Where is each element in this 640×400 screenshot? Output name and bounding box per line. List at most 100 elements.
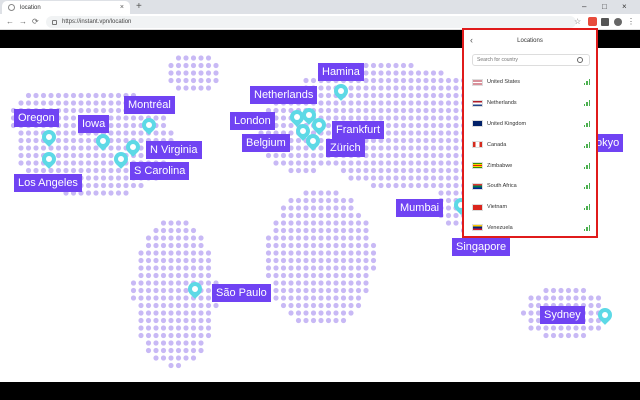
map-dot [265, 242, 272, 249]
map-dot [385, 62, 392, 69]
reload-button[interactable]: ⟳ [32, 16, 39, 28]
back-button[interactable]: ← [6, 16, 14, 28]
vpn-shield-icon[interactable] [588, 17, 597, 26]
map-dot [205, 85, 212, 91]
map-dot [153, 250, 159, 256]
location-label-sydney[interactable]: Sydney [540, 306, 585, 324]
map-dot [385, 137, 392, 144]
map-dot [333, 115, 339, 121]
map-dot [70, 167, 77, 174]
tab-strip: location × + – □ × [0, 0, 640, 14]
map-dot [333, 205, 339, 211]
map-dot [370, 160, 377, 166]
country-row-united-states[interactable]: United States [472, 72, 590, 93]
map-dot [355, 265, 362, 271]
map-dot [363, 227, 369, 234]
map-dot [558, 332, 564, 339]
map-dot [573, 295, 579, 301]
map-dot [340, 212, 347, 219]
map-dot [63, 107, 69, 114]
map-dot [573, 325, 579, 331]
close-window-button[interactable]: × [622, 1, 627, 13]
location-label-netherlands[interactable]: Netherlands [250, 86, 318, 104]
country-search-input[interactable] [477, 57, 577, 63]
minimize-button[interactable]: – [582, 1, 586, 13]
map-dot [288, 280, 294, 286]
back-chevron-icon[interactable]: ‹ [470, 35, 473, 45]
signal-strength-icon [583, 120, 590, 127]
country-row-south-africa[interactable]: South Africa [472, 176, 590, 197]
map-dot [348, 100, 354, 106]
map-dot [48, 92, 54, 99]
map-dot [430, 152, 437, 159]
search-icon[interactable] [577, 57, 583, 63]
map-dot [415, 145, 422, 151]
map-dot [183, 317, 189, 324]
map-dot [393, 160, 399, 166]
extensions-puzzle-icon[interactable] [601, 18, 609, 26]
map-dot [348, 160, 354, 166]
map-dot [303, 160, 309, 166]
location-label-london[interactable]: London [230, 112, 275, 130]
map-dot [55, 92, 62, 99]
map-dot [400, 152, 407, 159]
map-dot [348, 85, 354, 91]
map-dot [528, 295, 534, 301]
maximize-button[interactable]: □ [602, 1, 607, 13]
bookmark-star-icon[interactable]: ☆ [574, 17, 581, 26]
map-dot [115, 115, 122, 121]
map-dot [153, 272, 159, 279]
location-label-montreal[interactable]: Montréal [124, 96, 175, 114]
map-dot [123, 167, 129, 174]
location-label-iowa[interactable]: Iowa [78, 115, 110, 133]
location-label-sao-paulo[interactable]: São Paulo [212, 284, 271, 302]
new-tab-button[interactable]: + [136, 1, 142, 13]
country-row-zimbabwe[interactable]: Zimbabwe [472, 155, 590, 176]
map-dot [588, 325, 594, 331]
map-dot [385, 85, 392, 91]
browser-menu-icon[interactable]: ⋮ [627, 17, 635, 26]
country-row-venezuela[interactable]: Venezuela [472, 218, 590, 239]
location-label-zurich[interactable]: Zürich [326, 139, 365, 157]
signal-strength-icon [583, 204, 590, 211]
map-dot [130, 280, 137, 286]
map-dot [48, 100, 54, 106]
country-row-canada[interactable]: Canada [472, 134, 590, 155]
map-dot [393, 100, 399, 106]
location-label-s-carolina[interactable]: S Carolina [130, 162, 190, 180]
map-dot [280, 287, 287, 294]
browser-tab[interactable]: location × [2, 1, 130, 14]
location-label-mumbai[interactable]: Mumbai [396, 199, 444, 217]
country-row-united-kingdom[interactable]: United Kingdom [472, 114, 590, 135]
location-label-los-angeles[interactable]: Los Angeles [14, 174, 82, 192]
country-search[interactable] [472, 54, 590, 66]
location-label-n-virginia[interactable]: N Virginia [146, 141, 202, 159]
close-tab-icon[interactable]: × [120, 4, 124, 11]
map-dot [355, 160, 362, 166]
country-row-netherlands[interactable]: Netherlands [472, 93, 590, 114]
location-label-belgium[interactable]: Belgium [242, 134, 290, 152]
map-dot [445, 122, 452, 129]
map-dot [288, 220, 294, 226]
country-row-vietnam[interactable]: Vietnam [472, 197, 590, 218]
location-label-oregon[interactable]: Oregon [14, 109, 59, 127]
map-dot [303, 205, 309, 211]
map-dot [445, 197, 452, 204]
map-dot [318, 145, 324, 151]
map-dot [168, 295, 174, 301]
map-dot [318, 220, 324, 226]
profile-avatar-icon[interactable] [614, 18, 622, 26]
map-dot [363, 107, 369, 114]
map-dot [198, 250, 204, 256]
map-dot [198, 332, 204, 339]
forward-button[interactable]: → [19, 16, 27, 28]
map-dot [325, 317, 332, 324]
map-dot [273, 250, 279, 256]
location-label-hamina[interactable]: Hamina [318, 63, 364, 81]
location-label-singapore[interactable]: Singapore [452, 238, 511, 256]
address-bar[interactable]: https://instant.vpn/location [46, 16, 576, 28]
map-dot [535, 325, 542, 331]
location-label-frankfurt[interactable]: Frankfurt [332, 121, 385, 139]
map-dot [325, 115, 332, 121]
map-dot [415, 130, 422, 136]
